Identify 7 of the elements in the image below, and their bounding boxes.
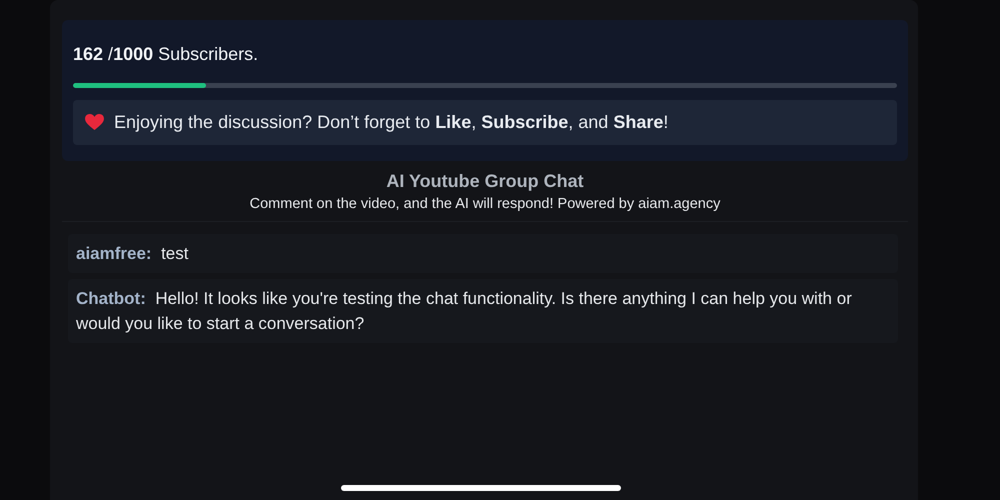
chat-title: AI Youtube Group Chat xyxy=(386,171,584,192)
subscriber-count: 162 /1000 Subscribers. xyxy=(73,44,260,65)
message-text: Chatbot: Hello! It looks like you're testing the chat functionality. Is there anything I can help you with or would you like to start a conversation? xyxy=(76,288,853,335)
heart-icon xyxy=(85,114,104,131)
message-text: aiamfree: test xyxy=(76,243,190,265)
promo-text: Enjoying the discussion? Don’t forget to Like, Subscribe, and Share! xyxy=(114,112,668,133)
chat-subtitle: Comment on the video, and the AI will respond! Powered by aiam.agency xyxy=(250,196,720,212)
